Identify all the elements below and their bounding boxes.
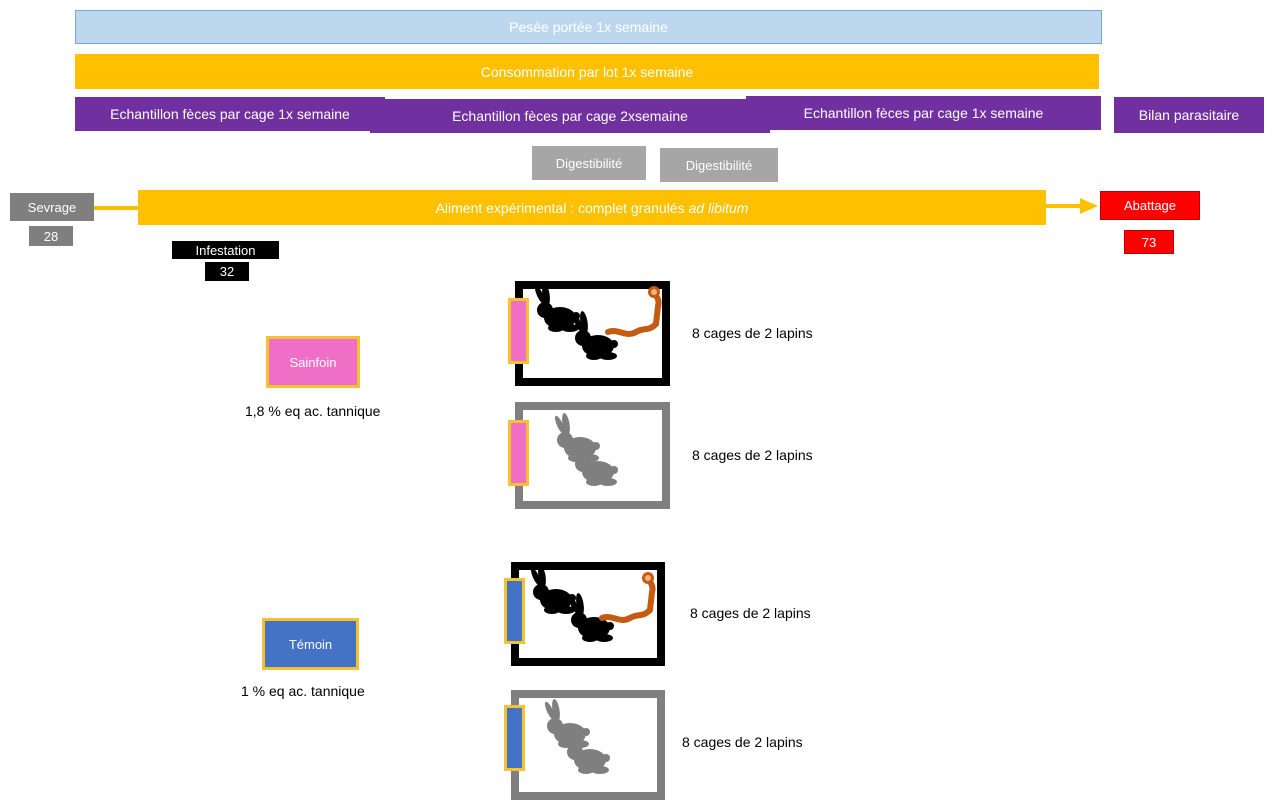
abattage-day-box: 73 [1124,230,1174,254]
feeder-temoin-control [504,705,525,771]
aliment-label: Aliment expérimental : complet granulés … [436,200,749,216]
infestation-day: 32 [219,264,235,279]
rabbits-sainfoin-infested [533,282,660,360]
abattage-box: Abattage [1100,191,1200,220]
feeder-sainfoin-infested [508,298,529,364]
abattage-day: 73 [1141,234,1157,250]
arrow-head-right [1080,198,1098,214]
temoin-label: Témoin [288,636,333,652]
worm-icon [602,572,654,620]
temoin-tannin: 1 % eq ac. tannique [241,683,365,699]
cage-label-temoin-control: 8 cages de 2 lapins [682,734,803,750]
sainfoin-label: Sainfoin [289,354,337,370]
rabbits-temoin-infested [529,564,656,642]
sevrage-label: Sevrage [27,199,77,215]
infestation-label: Infestation [195,242,256,258]
rabbits-temoin-control [543,698,610,774]
rabbits-sainfoin-control [553,412,618,486]
feeder-temoin-infested [504,578,525,644]
cage-label-temoin-infested: 8 cages de 2 lapins [690,605,811,621]
abattage-label: Abattage [1123,198,1177,213]
infestation-box: Infestation [172,241,279,259]
timeline-arrows [94,198,1098,214]
aliment-label-prefix: Aliment expérimental : complet granulés [435,199,689,216]
sainfoin-tannin: 1,8 % eq ac. tannique [245,403,381,419]
sevrage-day-box: 28 [29,226,73,246]
worm-icon [608,286,660,334]
sevrage-day: 28 [43,228,59,244]
sainfoin-box: Sainfoin [266,336,360,388]
aliment-bar: Aliment expérimental : complet granulés … [138,190,1046,225]
cage-label-sainfoin-control: 8 cages de 2 lapins [692,447,813,463]
infestation-day-box: 32 [205,262,249,281]
sevrage-box: Sevrage [10,193,94,221]
feeder-sainfoin-control [508,420,529,486]
aliment-label-italic: ad libitum [688,199,749,216]
cage-label-sainfoin-infested: 8 cages de 2 lapins [692,325,813,341]
temoin-box: Témoin [262,618,359,670]
